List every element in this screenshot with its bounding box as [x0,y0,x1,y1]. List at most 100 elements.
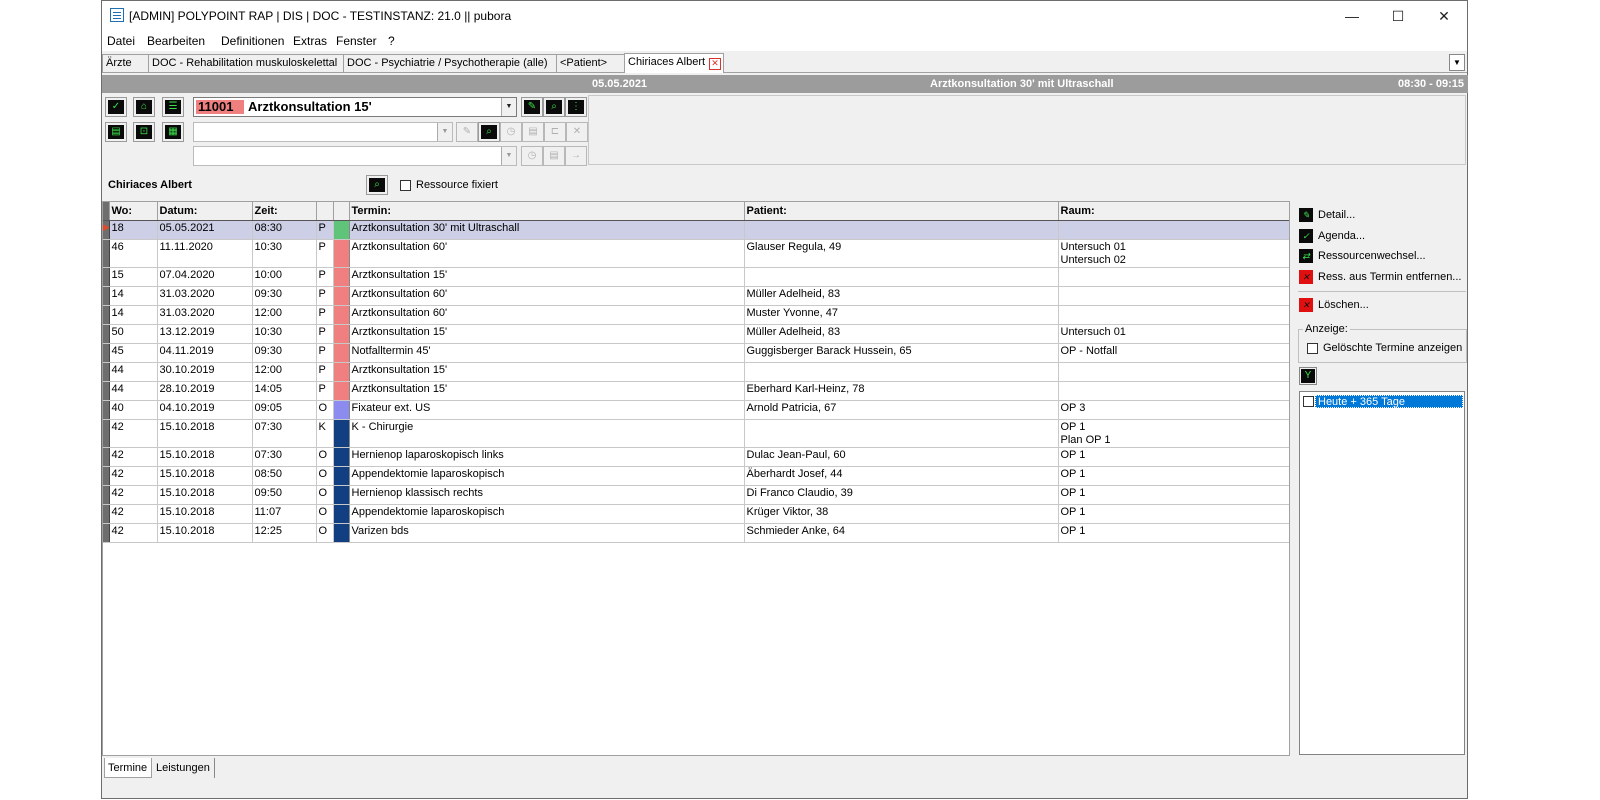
filter-icon[interactable]: Y [1299,367,1317,385]
close-button[interactable]: ✕ [1421,1,1467,31]
network-icon[interactable]: ⋮ [565,97,587,117]
column-header-color[interactable] [333,202,350,221]
delete-button[interactable]: ✕ Löschen... [1299,298,1456,313]
column-header-datum[interactable]: Datum: [157,202,253,221]
cell-zeit-text: 12:00 [254,364,283,376]
edit-icon-disabled: ✎ [456,122,478,142]
column-header-zeit[interactable]: Zeit: [252,202,317,221]
column-header-wo[interactable]: Wo: [109,202,158,221]
resource-search-icon[interactable]: ⌕ [366,175,388,195]
home-icon[interactable]: ⌂ [133,97,155,117]
menu-fenster[interactable]: Fenster [336,34,377,48]
column-header-type[interactable] [316,202,334,221]
maximize-button[interactable]: ☐ [1375,1,1421,31]
agenda-button[interactable]: ✓ Agenda... [1299,229,1456,244]
cell-type-text: O [318,506,328,518]
cell-type-text: O [318,487,328,499]
divider [1298,291,1466,292]
column-header-termin[interactable]: Termin: [349,202,745,221]
filter-item[interactable]: Heute + 365 Tage [1315,395,1463,408]
cell-color [333,523,350,543]
cell-type-text: P [318,288,326,300]
menu-datei[interactable]: Datei [107,34,135,48]
cell-datum-text: 13.12.2019 [159,326,215,338]
cell-zeit: 08:50 [252,466,317,486]
cell-datum: 04.10.2019 [157,400,253,420]
menu-help[interactable]: ? [388,34,395,48]
menu-bearbeiten[interactable]: Bearbeiten [147,34,205,48]
cell-type-text: K [318,421,326,433]
tab-termine[interactable]: Termine [104,758,152,778]
tab-rehabilitation[interactable]: DOC - Rehabilitation muskuloskelettal [148,54,344,72]
filter-item-checkbox[interactable] [1303,396,1314,407]
table-row[interactable]: 15 07.04.2020 10:00 P Arztkonsultation 15' [103,267,1289,287]
table-row[interactable]: 42 15.10.2018 07:30 K K - Chirurgie OP 1 Plan … [103,419,1289,448]
lock-icon[interactable]: ⊡ [133,122,155,142]
table-row[interactable]: 45 04.11.2019 09:30 P Notfalltermin 45' Guggi… [103,343,1289,363]
resource-fixed-checkbox[interactable] [400,180,411,191]
termin-type-select[interactable]: 11001 Arztkonsultation 15' ▼ [193,97,517,117]
tab-patient[interactable]: <Patient> [556,54,625,72]
tab-leistungen[interactable]: Leistungen [153,758,215,778]
info-title: Arztkonsultation 30' mit Ultraschall [930,78,1114,90]
cell-raum: OP 1 [1058,447,1289,467]
filter-list[interactable]: Heute + 365 Tage [1299,391,1465,755]
table-row[interactable]: 44 28.10.2019 14:05 P Arztkonsultation 15' Eb… [103,381,1289,401]
close-tab-icon[interactable]: ✕ [709,58,722,70]
cell-raum: OP 1 [1058,523,1289,543]
info-time: 08:30 - 09:15 [1397,78,1464,90]
menu-extras[interactable]: Extras [293,34,327,48]
table-row[interactable]: 42 15.10.2018 07:30 O Hernienop laparoskopis… [103,447,1289,467]
chevron-down-icon[interactable]: ▼ [501,98,516,116]
column-header-raum[interactable]: Raum: [1058,202,1289,221]
search-icon[interactable]: ⌕ [478,122,500,142]
tab-chiriaces-albert[interactable]: Chiriaces Albert ✕ [624,53,724,73]
tab-aerzte[interactable]: Ärzte [102,54,149,72]
detail-button[interactable]: ✎ Detail... [1299,208,1456,223]
table-row[interactable]: 42 15.10.2018 11:07 O Appendektomie laparosk… [103,504,1289,524]
cell-datum: 05.05.2021 [157,220,253,240]
menu-definitionen[interactable]: Definitionen [221,34,284,48]
table-row[interactable]: 50 13.12.2019 10:30 P Arztkonsultation 15' Mü… [103,324,1289,344]
table-row[interactable]: ▶18 05.05.2021 08:30 P Arztkonsultation 30' … [103,220,1289,240]
remove-resource-button[interactable]: ✕ Ress. aus Termin entfernen... [1299,270,1466,285]
cell-termin-text: Arztkonsultation 60' [351,241,448,253]
table-icon[interactable]: ▦ [162,122,184,142]
cell-datum-text: 15.10.2018 [159,421,215,433]
table-row[interactable]: 14 31.03.2020 12:00 P Arztkonsultation 60' Mu… [103,305,1289,325]
cell-type: P [316,305,334,325]
show-deleted-checkbox[interactable] [1307,343,1318,354]
agenda-icon[interactable]: ✓ [105,97,127,117]
list-icon[interactable]: ☰ [162,97,184,117]
edit-icon[interactable]: ✎ [521,97,543,117]
cell-wo-text: 46 [111,241,124,253]
tertiary-select[interactable]: ▼ [193,146,517,166]
minimize-button[interactable]: — [1329,1,1375,31]
cell-termin-text: Arztkonsultation 15' [351,326,448,338]
table-row[interactable]: 14 31.03.2020 09:30 P Arztkonsultation 60' Mü… [103,286,1289,306]
table-row[interactable]: 44 30.10.2019 12:00 P Arztkonsultation 15' [103,362,1289,382]
chevron-down-icon[interactable]: ▼ [437,123,452,141]
table-row[interactable]: 42 15.10.2018 09:50 O Hernienop klassisch re… [103,485,1289,505]
cell-datum: 28.10.2019 [157,381,253,401]
cell-wo: 42 [109,504,158,524]
column-header-patient[interactable]: Patient: [744,202,1059,221]
cell-patient: Muster Yvonne, 47 [744,305,1059,325]
resource-change-button[interactable]: ⇄ Ressourcenwechsel... [1299,249,1456,264]
table-row[interactable]: 40 04.10.2019 09:05 O Fixateur ext. US Arnold… [103,400,1289,420]
table-row[interactable]: 42 15.10.2018 08:50 O Appendektomie laparosk… [103,466,1289,486]
document-icon[interactable]: ▤ [105,122,127,142]
chevron-down-icon[interactable]: ▼ [501,147,516,165]
table-row[interactable]: 42 15.10.2018 12:25 O Varizen bds Schmieder A… [103,523,1289,543]
cell-patient-text: Muster Yvonne, 47 [746,307,839,319]
tab-psychiatrie[interactable]: DOC - Psychiatrie / Psychotherapie (alle… [343,54,557,72]
cell-datum-text: 15.10.2018 [159,525,215,537]
cell-zeit: 08:30 [252,220,317,240]
table-row[interactable]: 46 11.11.2020 10:30 P Arztkonsultation 60' Gl… [103,239,1289,268]
search-icon[interactable]: ⌕ [543,97,565,117]
secondary-select[interactable]: ▼ [193,122,453,142]
cell-type: P [316,343,334,363]
tab-list-dropdown-icon[interactable]: ▼ [1449,54,1465,71]
cell-zeit: 12:00 [252,305,317,325]
cell-zeit: 09:30 [252,286,317,306]
